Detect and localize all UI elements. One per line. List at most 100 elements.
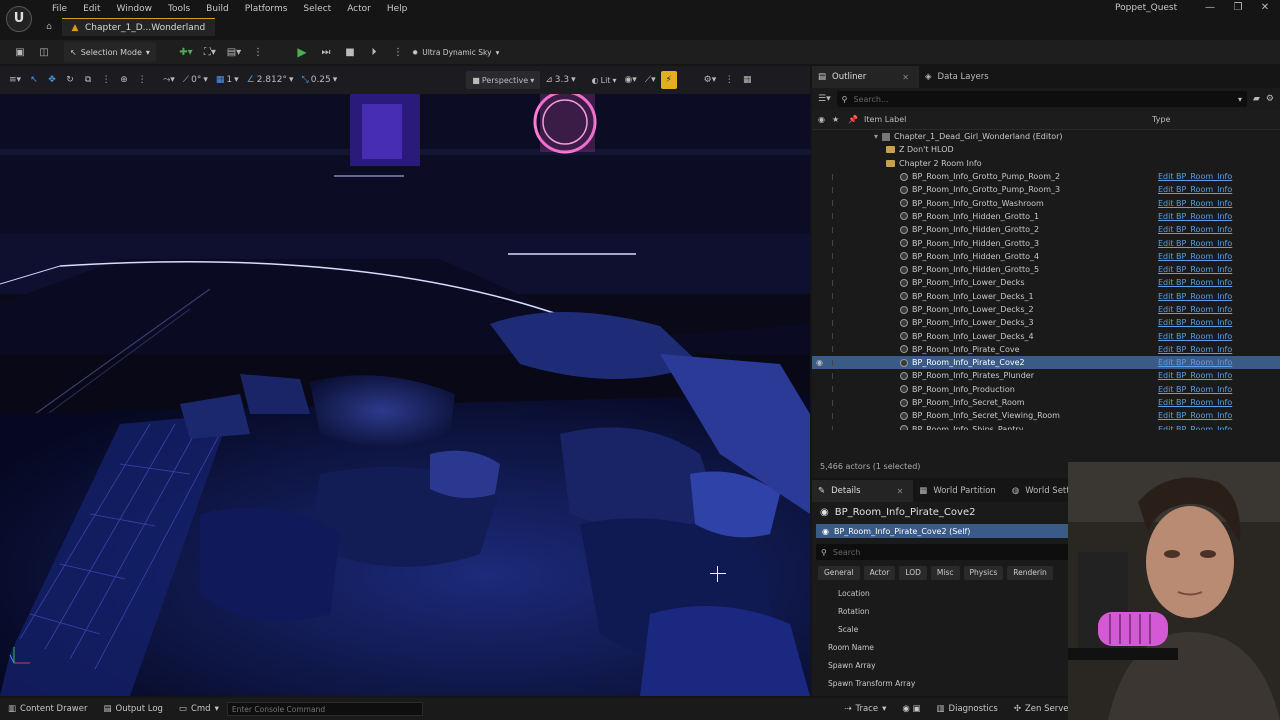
outliner-row[interactable]: BP_Room_Info_Lower_Decks_4 Edit BP_Room_I… bbox=[812, 329, 1280, 342]
outliner-row-type-link[interactable]: Edit BP_Room_Info bbox=[1158, 332, 1232, 341]
tab-world-partition[interactable]: ▦ World Partition bbox=[913, 480, 1006, 502]
outliner-row-type-link[interactable]: Edit BP_Room_Info bbox=[1158, 371, 1232, 380]
close-icon[interactable]: ✕ bbox=[897, 487, 904, 496]
outliner-row[interactable]: BP_Room_Info_Grotto_Washroom Edit BP_Room… bbox=[812, 196, 1280, 209]
outliner-row[interactable]: BP_Room_Info_Lower_Decks_3 Edit BP_Room_I… bbox=[812, 316, 1280, 329]
pin-slot[interactable] bbox=[832, 372, 838, 379]
pin-slot[interactable] bbox=[832, 386, 838, 393]
outliner-row-type-link[interactable]: Edit BP_Room_Info bbox=[1158, 225, 1232, 234]
menu-help[interactable]: Help bbox=[379, 2, 416, 16]
level-tab[interactable]: ▲ Chapter_1_D...Wonderland bbox=[62, 18, 216, 36]
browse-icon[interactable]: ◫ bbox=[34, 42, 54, 62]
menu-select[interactable]: Select bbox=[295, 2, 339, 16]
tree-level-row[interactable]: ▾ Chapter_1_Dead_Girl_Wonderland (Editor… bbox=[812, 130, 1280, 143]
outliner-row[interactable]: BP_Room_Info_Secret_Room Edit BP_Room_Inf… bbox=[812, 396, 1280, 409]
menu-actor[interactable]: Actor bbox=[339, 2, 379, 16]
visibility-eye-icon[interactable]: ◉ bbox=[816, 358, 823, 367]
content-drawer-button[interactable]: ▥ Content Drawer bbox=[0, 698, 95, 720]
outliner-row-type-link[interactable]: Edit BP_Room_Info bbox=[1158, 385, 1232, 394]
pin-slot[interactable] bbox=[832, 279, 838, 286]
options-icon[interactable]: ⋮ bbox=[248, 42, 268, 62]
tree-folder-row[interactable]: Z Don't HLOD bbox=[812, 143, 1280, 156]
outliner-row-type-link[interactable]: Edit BP_Room_Info bbox=[1158, 278, 1232, 287]
outliner-row[interactable]: BP_Room_Info_Production Edit BP_Room_Info bbox=[812, 383, 1280, 396]
outliner-row[interactable]: BP_Room_Info_Hidden_Grotto_1 Edit BP_Room… bbox=[812, 210, 1280, 223]
save-icon[interactable]: ▣ bbox=[10, 42, 30, 62]
filter-icon[interactable]: ☰▾ bbox=[818, 94, 831, 104]
outliner-row-type-link[interactable]: Edit BP_Room_Info bbox=[1158, 358, 1232, 367]
pin-slot[interactable] bbox=[832, 319, 838, 326]
launch-icon[interactable]: ⏵ bbox=[364, 42, 384, 62]
filter-actor[interactable]: Actor bbox=[863, 566, 896, 580]
outliner-row-type-link[interactable]: Edit BP_Room_Info bbox=[1158, 172, 1232, 181]
outliner-row[interactable]: BP_Room_Info_Pirates_Plunder Edit BP_Room… bbox=[812, 369, 1280, 382]
outliner-row-type-link[interactable]: Edit BP_Room_Info bbox=[1158, 239, 1232, 248]
pin-slot[interactable] bbox=[832, 213, 838, 220]
pin-slot[interactable] bbox=[832, 333, 838, 340]
realtime-icon[interactable]: ⚡ bbox=[660, 71, 677, 89]
outliner-row-type-link[interactable]: Edit BP_Room_Info bbox=[1158, 345, 1232, 354]
filter-misc[interactable]: Misc bbox=[930, 566, 960, 580]
menu-platforms[interactable]: Platforms bbox=[237, 2, 296, 16]
view-mode-dropdown[interactable]: ◐ Lit ▾ bbox=[589, 71, 620, 89]
pin-slot[interactable] bbox=[832, 266, 838, 273]
filter-rendering[interactable]: Renderin bbox=[1007, 566, 1053, 580]
surface-snap-icon[interactable]: ⋮ bbox=[134, 71, 150, 89]
pin-slot[interactable] bbox=[832, 173, 838, 180]
world-space-icon[interactable]: ⊕ bbox=[116, 71, 132, 89]
settings-icon[interactable]: ⚙ bbox=[1266, 94, 1274, 104]
outliner-row-type-link[interactable]: Edit BP_Room_Info bbox=[1158, 265, 1232, 274]
simulate-icon[interactable]: ⏭ bbox=[316, 42, 336, 62]
outliner-row-type-link[interactable]: Edit BP_Room_Info bbox=[1158, 318, 1232, 327]
outliner-row[interactable]: BP_Room_Info_Lower_Decks_2 Edit BP_Room_I… bbox=[812, 303, 1280, 316]
column-type[interactable]: Type bbox=[1152, 115, 1170, 124]
visibility-header-icon[interactable]: ◉ bbox=[818, 115, 825, 124]
show-flags-icon[interactable]: ◉▾ bbox=[621, 71, 639, 89]
unreal-logo-icon[interactable]: U bbox=[6, 6, 32, 32]
tab-details[interactable]: ✎ Details ✕ bbox=[812, 480, 914, 502]
close-button[interactable]: ✕ bbox=[1255, 1, 1275, 15]
outliner-row-type-link[interactable]: Edit BP_Room_Info bbox=[1158, 292, 1232, 301]
pin-slot[interactable] bbox=[832, 346, 838, 353]
rotation-snap-toggle[interactable]: ▦ 1 ▾ bbox=[213, 71, 242, 89]
outliner-row-type-link[interactable]: Edit BP_Room_Info bbox=[1158, 212, 1232, 221]
outliner-row-type-link[interactable]: Edit BP_Room_Info bbox=[1158, 252, 1232, 261]
outliner-row-type-link[interactable]: Edit BP_Room_Info bbox=[1158, 185, 1232, 194]
outliner-row[interactable]: BP_Room_Info_Secret_Viewing_Room Edit BP_… bbox=[812, 409, 1280, 422]
diagnostics-button[interactable]: ▥ Diagnostics bbox=[929, 698, 1006, 720]
outliner-row[interactable]: BP_Room_Info_Pirate_Cove Edit BP_Room_Inf… bbox=[812, 343, 1280, 356]
menu-edit[interactable]: Edit bbox=[75, 2, 108, 16]
menu-tools[interactable]: Tools bbox=[160, 2, 198, 16]
outliner-row[interactable]: BP_Room_Info_Hidden_Grotto_2 Edit BP_Room… bbox=[812, 223, 1280, 236]
viewport-more-icon[interactable]: ⋮ bbox=[721, 71, 737, 89]
pin-slot[interactable] bbox=[832, 186, 838, 193]
outliner-row[interactable]: BP_Room_Info_Lower_Decks Edit BP_Room_Inf… bbox=[812, 276, 1280, 289]
outliner-row-type-link[interactable]: Edit BP_Room_Info bbox=[1158, 398, 1232, 407]
maximize-button[interactable]: ❐ bbox=[1228, 1, 1248, 15]
rotate-tool-icon[interactable]: ↻ bbox=[62, 71, 78, 89]
outliner-row[interactable]: BP_Room_Info_Grotto_Pump_Room_2 Edit BP_R… bbox=[812, 170, 1280, 183]
viewport-settings-icon[interactable]: ⚙▾ bbox=[701, 71, 720, 89]
add-folder-icon[interactable]: ▰ bbox=[1253, 94, 1260, 104]
star-icon[interactable]: ★ bbox=[832, 115, 839, 124]
fov-dropdown[interactable]: ⊿ 3.3 ▾ bbox=[542, 71, 578, 89]
tab-outliner[interactable]: ▤ Outliner ✕ bbox=[812, 66, 919, 88]
stop-icon[interactable]: ■ bbox=[340, 42, 360, 62]
filter-physics[interactable]: Physics bbox=[963, 566, 1004, 580]
outliner-row[interactable]: BP_Room_Info_Hidden_Grotto_4 Edit BP_Room… bbox=[812, 250, 1280, 263]
filter-lod[interactable]: LOD bbox=[899, 566, 927, 580]
record-icon[interactable]: ◉ ▣ bbox=[894, 698, 928, 720]
expand-icon[interactable]: ▾ bbox=[874, 132, 878, 141]
perspective-dropdown[interactable]: ■ Perspective ▾ bbox=[466, 71, 541, 89]
menu-window[interactable]: Window bbox=[109, 2, 161, 16]
layout-icon[interactable]: ▦ bbox=[739, 71, 755, 89]
outliner-row[interactable]: ◉ BP_Room_Info_Pirate_Cove2 Edit BP_Room_I… bbox=[812, 356, 1280, 370]
outliner-row[interactable]: BP_Room_Info_Hidden_Grotto_5 Edit BP_Room… bbox=[812, 263, 1280, 276]
angle-snap-toggle[interactable]: ⟋ 0° ▾ bbox=[180, 71, 211, 89]
filter-general[interactable]: General bbox=[818, 566, 860, 580]
console-command-input[interactable] bbox=[226, 702, 423, 716]
output-log-button[interactable]: ▤ Output Log bbox=[95, 698, 170, 720]
ultra-dynamic-sky-button[interactable]: ✹ Ultra Dynamic Sky ▾ bbox=[412, 42, 499, 62]
play-icon[interactable]: ▶ bbox=[292, 42, 312, 62]
blueprint-icon[interactable]: ⛶▾ bbox=[200, 42, 220, 62]
